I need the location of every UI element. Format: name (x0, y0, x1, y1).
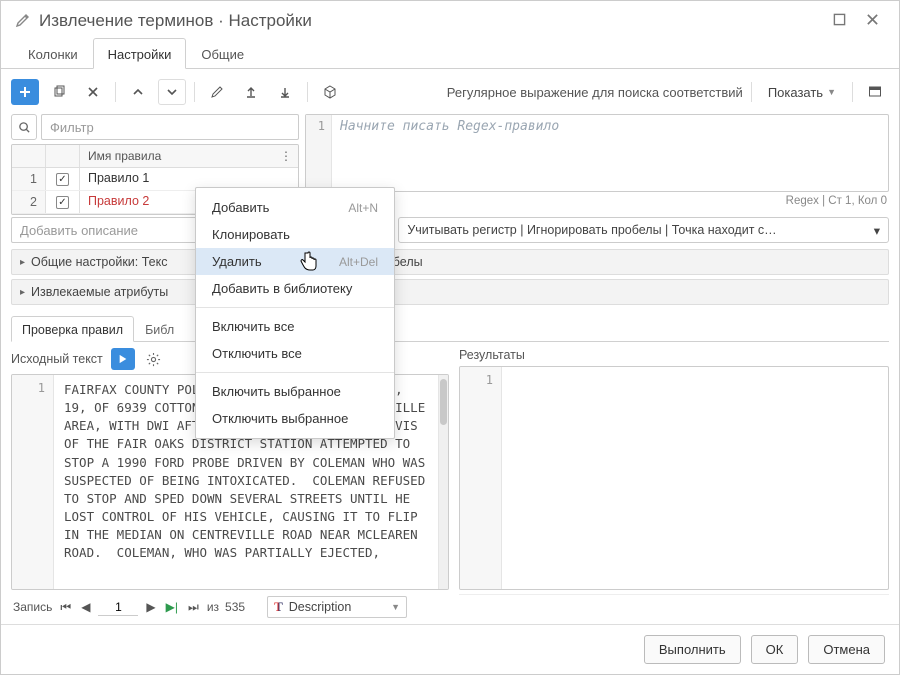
accordion-general[interactable]: ▸ Общие настройки: Текс Обрезать пробелы (11, 249, 889, 275)
options-value: Учитывать регистр | Игнорировать пробелы… (407, 223, 776, 237)
move-up-button[interactable] (124, 79, 152, 105)
tab-settings[interactable]: Настройки (93, 38, 187, 69)
record-index-input[interactable] (98, 599, 138, 616)
accordion-attributes[interactable]: ▸ Извлекаемые атрибуты лонки) (11, 279, 889, 305)
chevron-down-icon: ▼ (827, 87, 836, 97)
next-match-button[interactable]: ▶| (164, 600, 180, 614)
record-navigator: Запись ⏮ ◀ ▶ ▶| ⏭ из 535 T Description ▼ (11, 590, 449, 624)
menu-clone[interactable]: Клонировать (196, 221, 394, 248)
text-gutter: 1 (12, 375, 54, 589)
separator (751, 82, 752, 102)
titlebar: Извлечение терминов · Настройки (1, 1, 899, 37)
text-type-icon: T (274, 599, 283, 615)
cube-icon[interactable] (316, 79, 344, 105)
tab-columns[interactable]: Колонки (13, 38, 93, 69)
regex-hint-label: Регулярное выражение для поиска соответс… (447, 85, 743, 100)
next-record-button[interactable]: ▶ (144, 600, 157, 614)
window-title: Извлечение терминов · Настройки (39, 11, 819, 31)
grid-header: Имя правила ⋮ (12, 145, 298, 168)
show-label: Показать (768, 85, 823, 100)
checkbox-icon[interactable]: ✓ (56, 196, 69, 209)
tab-library[interactable]: Библ (134, 316, 185, 342)
dialog-footer: Выполнить ОК Отмена (1, 624, 899, 674)
results-pane: Результаты 1 (459, 348, 889, 624)
last-record-button[interactable]: ⏭ (186, 600, 201, 615)
delete-button[interactable] (79, 79, 107, 105)
edit-button[interactable] (203, 79, 231, 105)
results-label: Результаты (459, 348, 525, 362)
menu-delete[interactable]: Удалить Alt+Del (196, 248, 394, 275)
results-footer (459, 594, 889, 624)
editor-placeholder: Начните писать Regex-правило (340, 119, 559, 134)
separator (852, 82, 853, 102)
chevron-down-icon: ▼ (391, 602, 400, 612)
download-button[interactable] (271, 79, 299, 105)
source-label: Исходный текст (11, 352, 103, 366)
tab-rule-test[interactable]: Проверка правил (11, 316, 134, 342)
chevron-right-icon: ▸ (20, 257, 25, 268)
play-button[interactable] (111, 348, 135, 370)
ok-button[interactable]: ОК (751, 635, 799, 664)
scrollbar[interactable] (438, 375, 448, 589)
menu-disable-all[interactable]: Отключить все (196, 340, 394, 367)
menu-add-library[interactable]: Добавить в библиотеку (196, 275, 394, 302)
record-label: Запись (13, 600, 52, 614)
rule-options-dropdown[interactable]: Учитывать регистр | Игнорировать пробелы… (398, 217, 889, 243)
inner-tabs: Проверка правил Библ (11, 315, 889, 342)
accordion-label: Общие настройки: Текс (31, 255, 167, 269)
context-menu[interactable]: Добавить Alt+N Клонировать Удалить Alt+D… (195, 187, 395, 439)
of-label: из (207, 600, 219, 614)
record-total: 535 (225, 600, 245, 614)
separator (115, 82, 116, 102)
field-select[interactable]: T Description ▼ (267, 596, 407, 618)
menu-separator (196, 372, 394, 373)
results-view[interactable]: 1 (459, 366, 889, 590)
results-gutter: 1 (460, 367, 502, 589)
gear-icon[interactable] (143, 348, 165, 370)
layout-toggle-icon[interactable] (861, 79, 889, 105)
options-row: вила: Учитывать регистр | Игнорировать п… (11, 215, 889, 249)
menu-enable-all[interactable]: Включить все (196, 313, 394, 340)
add-rule-button[interactable] (11, 79, 39, 105)
cancel-button[interactable]: Отмена (808, 635, 885, 664)
move-down-button[interactable] (158, 79, 186, 105)
chevron-right-icon: ▸ (20, 287, 25, 298)
first-record-button[interactable]: ⏮ (58, 600, 73, 615)
copy-button[interactable] (45, 79, 73, 105)
tab-general[interactable]: Общие (186, 38, 259, 69)
menu-separator (196, 307, 394, 308)
accordion-label: Извлекаемые атрибуты (31, 285, 168, 299)
menu-add[interactable]: Добавить Alt+N (196, 194, 394, 221)
regex-editor[interactable]: 1 Начните писать Regex-правило (305, 114, 889, 192)
maximize-icon[interactable] (827, 13, 852, 29)
menu-disable-selected[interactable]: Отключить выбранное (196, 405, 394, 432)
close-icon[interactable] (860, 13, 885, 29)
editor-gutter: 1 (306, 115, 332, 191)
separator (307, 82, 308, 102)
chevron-down-icon: ▾ (874, 223, 880, 238)
search-icon[interactable] (11, 114, 37, 140)
field-name: Description (289, 600, 352, 614)
filter-input[interactable] (41, 114, 299, 140)
lower-split: Исходный текст 1 FAIRFAX COUNTY POLICE C… (11, 348, 889, 624)
prev-record-button[interactable]: ◀ (79, 600, 92, 614)
separator (194, 82, 195, 102)
main-tabs: Колонки Настройки Общие (1, 37, 899, 69)
upload-button[interactable] (237, 79, 265, 105)
pencil-icon (15, 12, 31, 31)
show-dropdown[interactable]: Показать ▼ (760, 81, 844, 104)
menu-enable-selected[interactable]: Включить выбранное (196, 378, 394, 405)
run-button[interactable]: Выполнить (644, 635, 741, 664)
checkbox-icon[interactable]: ✓ (56, 173, 69, 186)
toolbar: Регулярное выражение для поиска соответс… (11, 75, 889, 114)
results-body (502, 367, 888, 589)
settings-dialog: Извлечение терминов · Настройки Колонки … (0, 0, 900, 675)
column-menu-icon[interactable]: ⋮ (274, 145, 298, 167)
upper-split: Имя правила ⋮ 1 ✓ Правило 1 2 ✓ Правило … (11, 114, 889, 215)
content-area: Регулярное выражение для поиска соответс… (1, 69, 899, 624)
header-rule-name[interactable]: Имя правила (80, 145, 274, 167)
